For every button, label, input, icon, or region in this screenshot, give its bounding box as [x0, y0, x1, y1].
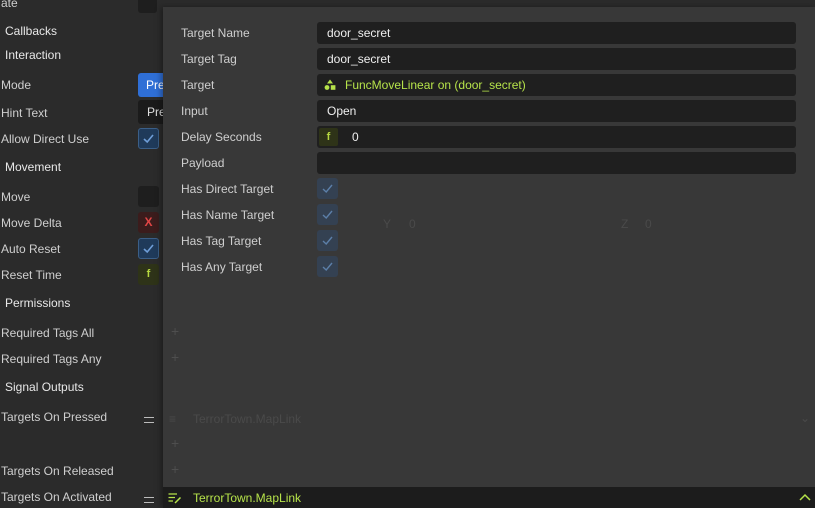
input-field[interactable]: Open [317, 100, 796, 122]
ghost-chevron-down-icon: ⌄ [800, 411, 811, 425]
ghost-y-value: 0 [409, 217, 416, 231]
section-signal-outputs[interactable]: Signal Outputs [5, 380, 84, 394]
add-icon: + [171, 461, 180, 477]
target-tag-label: Target Tag [181, 52, 237, 66]
add-icon: + [171, 323, 180, 339]
ghost-link-icon: ≡ [169, 412, 177, 426]
payload-field[interactable] [317, 152, 796, 174]
hint-text-label: Hint Text [1, 106, 48, 120]
has-name-target-label: Has Name Target [181, 208, 275, 222]
target-value: FuncMoveLinear on (door_secret) [345, 78, 526, 92]
drag-handle-icon[interactable] [144, 497, 154, 503]
target-label: Target [181, 78, 215, 92]
section-callbacks[interactable]: Callbacks [5, 24, 57, 38]
truncated-label: ate [1, 0, 18, 10]
list-edit-icon [168, 493, 182, 504]
delay-seconds-value: 0 [352, 130, 359, 144]
payload-label: Payload [181, 156, 225, 170]
move-field[interactable] [138, 186, 159, 207]
target-name-field[interactable]: door_secret [317, 22, 796, 44]
delay-seconds-label: Delay Seconds [181, 130, 262, 144]
has-any-target-label: Has Any Target [181, 260, 263, 274]
auto-reset-label: Auto Reset [1, 242, 61, 256]
ghost-z-label: Z [621, 217, 629, 231]
section-interaction[interactable]: Interaction [5, 48, 61, 62]
truncated-checkbox[interactable] [138, 0, 157, 13]
move-delta-label: Move Delta [1, 216, 62, 230]
section-movement[interactable]: Movement [5, 160, 61, 174]
add-icon: + [171, 349, 180, 365]
has-tag-target-label: Has Tag Target [181, 234, 262, 248]
target-tag-field[interactable]: door_secret [317, 48, 796, 70]
has-tag-target-checkbox[interactable] [317, 230, 338, 251]
check-icon [322, 184, 333, 194]
chevron-up-icon[interactable] [799, 493, 811, 501]
float-type-badge: f [319, 128, 338, 146]
has-direct-target-label: Has Direct Target [181, 182, 274, 196]
check-icon [322, 210, 333, 220]
required-tags-all-label: Required Tags All [1, 326, 95, 340]
maplink-type-label: TerrorTown.MapLink [193, 491, 302, 505]
targets-on-released-label: Targets On Released [1, 464, 114, 478]
ghost-z-value: 0 [645, 217, 652, 231]
drag-handle-icon[interactable] [144, 417, 154, 423]
target-field[interactable]: FuncMoveLinear on (door_secret) [317, 74, 796, 96]
move-delta-x-badge: X [138, 212, 159, 233]
delay-seconds-field[interactable]: f 0 [317, 126, 796, 148]
check-icon [322, 262, 333, 272]
input-label: Input [181, 104, 208, 118]
mode-label: Mode [1, 78, 32, 92]
allow-direct-use-checkbox[interactable] [138, 128, 159, 149]
section-permissions[interactable]: Permissions [5, 296, 70, 310]
reset-time-float-badge: f [138, 264, 159, 285]
check-icon [143, 134, 154, 144]
reset-time-label: Reset Time [1, 268, 62, 282]
ghost-y-label: Y [383, 217, 392, 231]
has-name-target-checkbox[interactable] [317, 204, 338, 225]
check-icon [143, 244, 154, 254]
target-popup: Y 0 Z 0 + + ≡ TerrorTown.MapLink ⌄ + + T… [163, 7, 815, 508]
ghost-target-text: TerrorTown.MapLink [193, 412, 302, 426]
has-any-target-checkbox[interactable] [317, 256, 338, 277]
add-icon: + [171, 435, 180, 451]
entity-icon [324, 79, 336, 90]
move-label: Move [1, 190, 31, 204]
required-tags-any-label: Required Tags Any [1, 352, 102, 366]
targets-on-activated-label: Targets On Activated [1, 490, 112, 504]
auto-reset-checkbox[interactable] [138, 238, 159, 259]
allow-direct-use-label: Allow Direct Use [1, 132, 90, 146]
maplink-footer[interactable]: TerrorTown.MapLink [163, 487, 815, 508]
check-icon [322, 236, 333, 246]
targets-on-pressed-label: Targets On Pressed [1, 410, 108, 424]
target-name-label: Target Name [181, 26, 250, 40]
has-direct-target-checkbox[interactable] [317, 178, 338, 199]
